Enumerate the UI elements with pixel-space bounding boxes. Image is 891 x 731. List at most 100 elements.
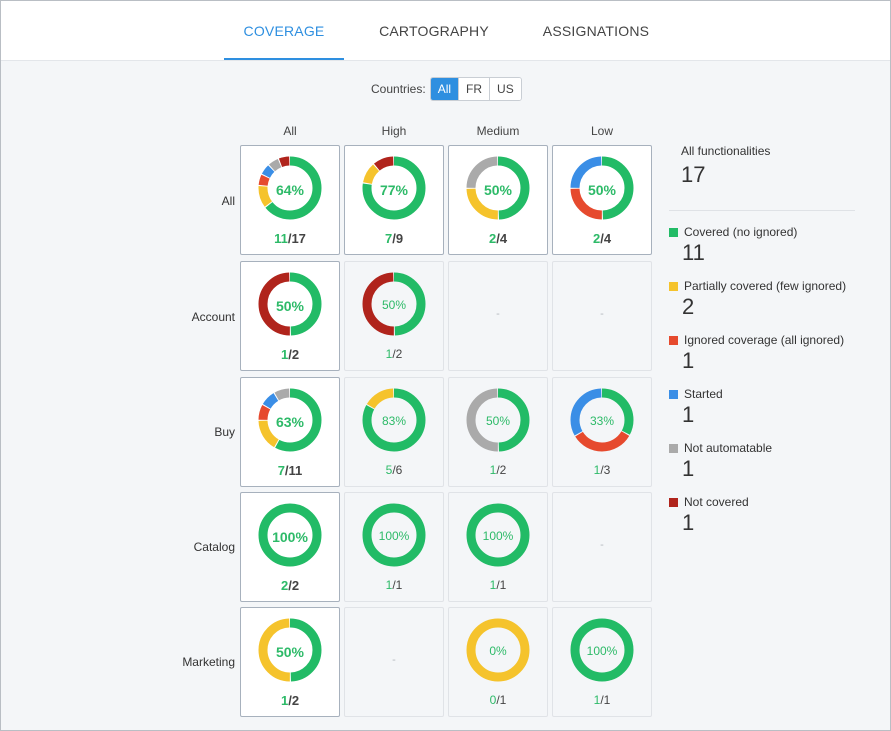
total-count: 17 xyxy=(291,231,306,246)
coverage-fraction: 2/4 xyxy=(449,231,547,246)
coverage-percent: 50% xyxy=(483,182,513,198)
coverage-percent: 33% xyxy=(589,414,615,428)
row-header-buy: Buy xyxy=(214,425,235,439)
coverage-fraction: 1/2 xyxy=(449,463,547,477)
legend-item-not-automatable: Not automatable 1 xyxy=(669,441,859,495)
row-header-all: All xyxy=(221,194,235,208)
total-count: 11 xyxy=(288,463,303,478)
empty-dash: - xyxy=(600,539,604,551)
total-count: 1 xyxy=(499,693,507,707)
coverage-cell[interactable]: 100% 1/1 xyxy=(448,492,548,602)
row-header-account: Account xyxy=(191,310,235,324)
coverage-cell[interactable]: 33% 1/3 xyxy=(552,377,652,487)
total-functionalities-value: 17 xyxy=(681,162,706,187)
coverage-percent: 64% xyxy=(275,182,305,198)
countries-filter: Countries: All FR US xyxy=(371,77,522,101)
coverage-cell[interactable]: 100% 2/2 xyxy=(240,492,340,602)
legend-value: 1 xyxy=(682,348,695,373)
covered-swatch xyxy=(669,227,678,237)
total-count: 1 xyxy=(395,578,403,592)
total-count: 1 xyxy=(603,693,611,707)
legend-value: 2 xyxy=(682,294,695,319)
country-all-button[interactable]: All xyxy=(430,78,459,100)
coverage-cell[interactable]: 77% 7/9 xyxy=(344,145,444,255)
partial-swatch xyxy=(669,281,678,291)
coverage-cell[interactable]: 64% 11/17 xyxy=(240,145,340,255)
not-covered-swatch xyxy=(669,497,678,507)
total-count: 9 xyxy=(395,231,404,246)
tab-coverage[interactable]: COVERAGE xyxy=(224,1,344,60)
coverage-percent: 77% xyxy=(379,182,409,198)
total-functionalities-label: All functionalities xyxy=(681,144,771,158)
coverage-fraction: 7/11 xyxy=(241,463,339,478)
column-header-all: All xyxy=(283,124,297,138)
coverage-cell[interactable]: 50% 1/2 xyxy=(240,607,340,717)
coverage-fraction: 2/2 xyxy=(241,578,339,593)
empty-dash: - xyxy=(496,308,500,320)
coverage-fraction: 2/4 xyxy=(553,231,651,246)
total-count: 2 xyxy=(499,463,507,477)
coverage-cell[interactable]: 83% 5/6 xyxy=(344,377,444,487)
tab-bar: COVERAGE CARTOGRAPHY ASSIGNATIONS xyxy=(1,1,890,61)
total-count: 2 xyxy=(291,693,300,708)
coverage-cell[interactable]: 50% 2/4 xyxy=(552,145,652,255)
legend-label: Ignored coverage (all ignored) xyxy=(684,333,845,347)
coverage-percent: 100% xyxy=(378,529,410,543)
total-count: 2 xyxy=(291,347,300,362)
coverage-percent: 100% xyxy=(482,529,514,543)
coverage-cell[interactable]: 50% 1/2 xyxy=(448,377,548,487)
coverage-legend: All functionalities 17 Covered (no ignor… xyxy=(669,144,859,549)
countries-segmented-control: All FR US xyxy=(429,77,522,101)
coverage-percent: 0% xyxy=(489,644,507,658)
legend-label: Not automatable xyxy=(684,441,773,455)
coverage-percent: 50% xyxy=(275,298,305,314)
coverage-fraction: 7/9 xyxy=(345,231,443,246)
coverage-percent: 100% xyxy=(586,644,618,658)
coverage-cell[interactable]: 50% 1/2 xyxy=(240,261,340,371)
legend-item-covered: Covered (no ignored) 11 xyxy=(669,225,859,279)
column-header-high: High xyxy=(381,124,407,138)
tab-cartography[interactable]: CARTOGRAPHY xyxy=(371,1,497,60)
tab-assignations[interactable]: ASSIGNATIONS xyxy=(533,1,659,60)
covered-count: 11 xyxy=(274,231,288,246)
coverage-cell[interactable]: 0% 0/1 xyxy=(448,607,548,717)
empty-dash: - xyxy=(392,654,396,666)
legend-divider xyxy=(669,210,855,211)
total-count: 2 xyxy=(291,578,300,593)
started-swatch xyxy=(669,389,678,399)
coverage-fraction: 1/1 xyxy=(553,693,651,707)
coverage-fraction: 1/2 xyxy=(241,693,339,708)
coverage-cell-empty: - xyxy=(344,607,444,717)
legend-item-not-covered: Not covered 1 xyxy=(669,495,859,549)
coverage-fraction: 5/6 xyxy=(345,463,443,477)
coverage-cell[interactable]: 50% 1/2 xyxy=(344,261,444,371)
coverage-percent: 50% xyxy=(381,298,407,312)
coverage-cell[interactable]: 63% 7/11 xyxy=(240,377,340,487)
row-header-catalog: Catalog xyxy=(193,540,235,554)
legend-item-started: Started 1 xyxy=(669,387,859,441)
legend-item-partial: Partially covered (few ignored) 2 xyxy=(669,279,859,333)
coverage-fraction: 1/2 xyxy=(345,347,443,361)
coverage-cell[interactable]: 100% 1/1 xyxy=(344,492,444,602)
not-automatable-swatch xyxy=(669,443,678,453)
legend-value: 1 xyxy=(682,510,695,535)
coverage-cell-empty: - xyxy=(552,492,652,602)
coverage-fraction: 11/17 xyxy=(241,231,339,246)
coverage-cell[interactable]: 100% 1/1 xyxy=(552,607,652,717)
legend-label: Not covered xyxy=(684,495,749,509)
coverage-fraction: 1/1 xyxy=(449,578,547,592)
legend-value: 1 xyxy=(682,402,695,427)
coverage-cell[interactable]: 50% 2/4 xyxy=(448,145,548,255)
coverage-percent: 50% xyxy=(587,182,617,198)
country-us-button[interactable]: US xyxy=(489,78,521,100)
ignored-swatch xyxy=(669,335,678,345)
legend-label: Partially covered (few ignored) xyxy=(684,279,847,293)
legend-value: 11 xyxy=(682,240,705,265)
legend-label: Started xyxy=(684,387,723,401)
total-count: 6 xyxy=(395,463,403,477)
total-count: 4 xyxy=(499,231,508,246)
coverage-percent: 50% xyxy=(275,644,305,660)
row-header-marketing: Marketing xyxy=(182,655,235,669)
country-fr-button[interactable]: FR xyxy=(458,78,490,100)
column-header-medium: Medium xyxy=(476,124,520,138)
